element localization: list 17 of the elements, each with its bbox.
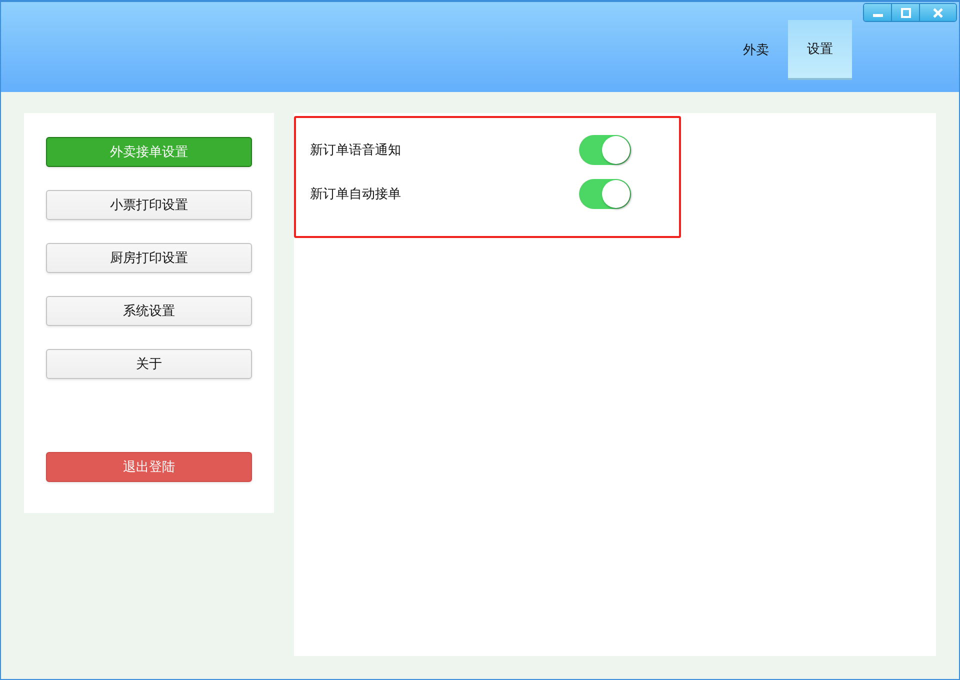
close-icon xyxy=(932,8,944,18)
logout-button[interactable]: 退出登陆 xyxy=(46,452,252,482)
setting-label: 新订单语音通知 xyxy=(310,142,401,159)
nav-tab[interactable]: 外卖 xyxy=(724,20,788,80)
sidebar-button[interactable]: 关于 xyxy=(46,349,252,379)
nav-tab[interactable]: 设置 xyxy=(788,20,852,80)
sidebar-button[interactable]: 系统设置 xyxy=(46,296,252,326)
sidebar-button[interactable]: 小票打印设置 xyxy=(46,190,252,220)
minimize-icon xyxy=(872,14,882,17)
minimize-button[interactable] xyxy=(864,4,892,21)
sidebar-button[interactable]: 厨房打印设置 xyxy=(46,243,252,273)
setting-label: 新订单自动接单 xyxy=(310,186,401,203)
maximize-button[interactable] xyxy=(892,4,920,21)
toggle-switch[interactable] xyxy=(579,135,631,165)
maximize-icon xyxy=(900,8,912,18)
toggle-switch[interactable] xyxy=(579,179,631,209)
close-button[interactable] xyxy=(920,4,956,21)
